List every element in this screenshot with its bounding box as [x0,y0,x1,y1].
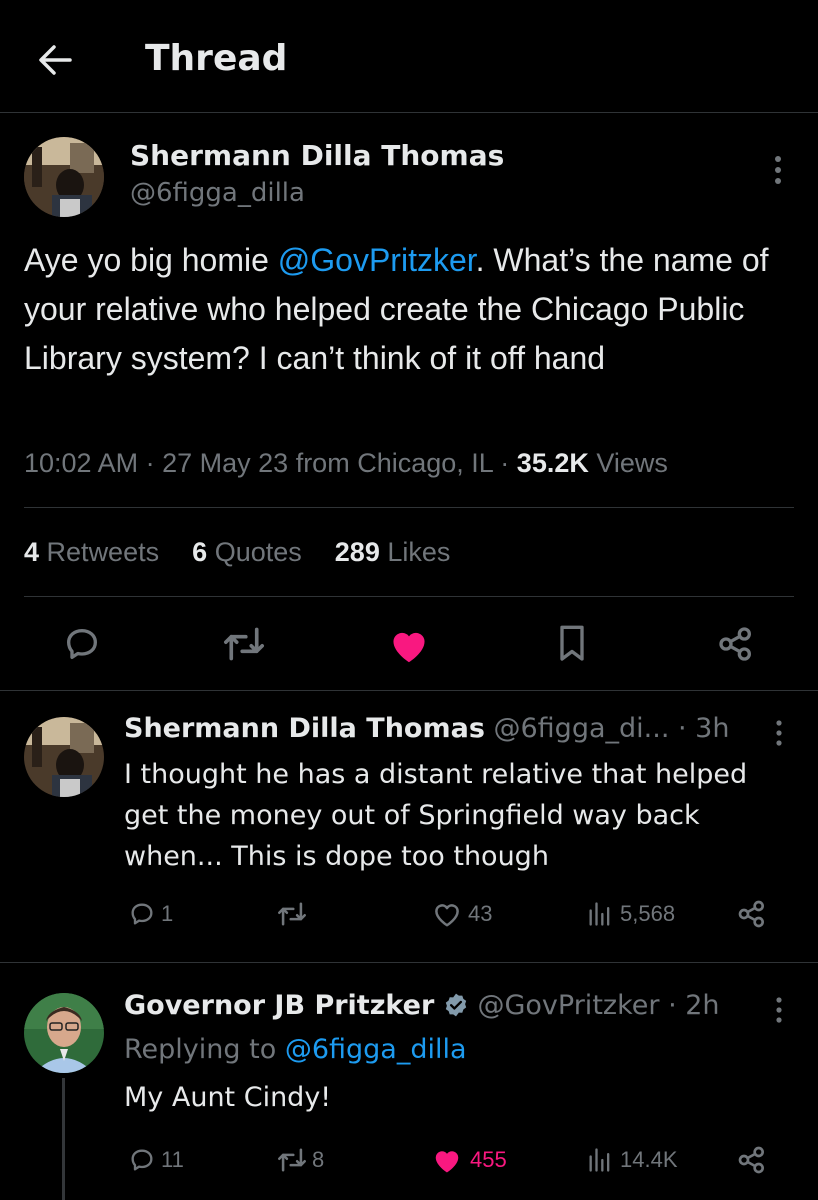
reply-icon [131,903,153,925]
tweet-date[interactable]: 27 May 23 [162,448,288,478]
more-icon [776,720,782,746]
author-name[interactable]: Shermann Dilla Thomas [130,139,504,172]
tweet-text: Aye yo big homie @GovPritzker. What’s th… [24,236,799,383]
share-button[interactable] [716,624,756,664]
divider [0,962,818,963]
divider [0,112,818,113]
like-count: 43 [468,901,493,926]
reply-text: I thought he has a distant relative that… [124,759,748,872]
views-count: 5,568 [620,901,676,926]
share-button[interactable] [736,1144,768,1176]
bookmark-icon [560,625,584,661]
reply-author-handle[interactable]: @6figga_di... [494,713,670,744]
share-button[interactable] [736,898,768,930]
like-icon [435,904,459,927]
retweets-stat[interactable]: 4 Retweets [24,537,159,567]
reply-time[interactable]: · 2h [668,990,719,1021]
like-button[interactable] [388,626,430,664]
engagement-stats: 4 Retweets 6 Quotes 289 Likes [24,537,450,568]
likes-label: Likes [387,537,451,567]
like-count: 455 [470,1147,507,1172]
share-icon [738,1146,764,1174]
page-title: Thread [145,38,288,79]
reply-icon [131,1149,153,1171]
retweet-button[interactable] [222,624,266,664]
replying-label: Replying to [124,1034,277,1065]
reply-action-retweet[interactable]: 8 [276,1144,346,1176]
quotes-label: Quotes [214,537,302,567]
reply-action-views[interactable]: 5,568 [586,898,706,930]
tweet-time[interactable]: 10:02 AM [24,448,138,478]
views-label: Views [596,448,668,478]
avatar[interactable] [24,137,104,217]
reply-button[interactable] [62,624,102,664]
reply-action-retweet[interactable] [276,898,336,930]
views-count: 14.4K [620,1147,678,1172]
tweet-meta: 10:02 AM · 27 May 23 from Chicago, IL · … [24,448,668,478]
reply-count: 1 [161,901,174,926]
retweet-icon [278,1148,306,1172]
divider [0,690,818,691]
reply-author-name[interactable]: Shermann Dilla Thomas [124,713,485,744]
retweet-icon [224,627,264,661]
divider [24,507,794,508]
likes-stat[interactable]: 289 Likes [335,537,451,567]
reply-text: My Aunt Cindy! [124,1082,332,1113]
retweets-label: Retweets [46,537,160,567]
likes-count: 289 [334,537,380,567]
thread-line [62,1078,65,1200]
retweet-count: 8 [312,1147,325,1172]
like-icon [393,632,425,663]
reply-header: Governor JB Pritzker @GovPritzker · 2h [124,990,720,1021]
views-icon [589,902,610,926]
reply-header: Shermann Dilla Thomas @6figga_di... · 3h [124,713,729,744]
verified-icon [443,992,469,1018]
avatar[interactable] [24,993,104,1073]
more-icon [775,156,781,184]
replying-handle-link[interactable]: @6figga_dilla [285,1034,467,1065]
back-arrow-icon [39,45,72,75]
reply-action-reply[interactable]: 11 [128,1144,198,1176]
more-button[interactable] [770,993,788,1027]
reply-action-reply[interactable]: 1 [128,898,188,930]
reply-author-handle[interactable]: @GovPritzker [477,990,659,1021]
reply-action-like[interactable]: 43 [432,898,512,930]
divider [24,596,794,597]
header: Thread [0,0,818,112]
retweets-count: 4 [24,537,40,567]
share-icon [738,900,764,928]
retweet-icon [278,902,306,926]
reply-author-name[interactable]: Governor JB Pritzker [124,990,434,1021]
reply-time[interactable]: · 3h [678,713,729,744]
like-icon [435,1151,459,1173]
back-button[interactable] [34,40,78,80]
mention-link[interactable]: @GovPritzker [278,242,476,278]
quotes-count: 6 [192,537,208,567]
quotes-stat[interactable]: 6 Quotes [192,537,302,567]
reply-action-like[interactable]: 455 [432,1144,532,1176]
views-count: 35.2K [516,448,589,478]
more-icon [776,997,782,1023]
share-icon [719,627,751,661]
tweet-text-start: Aye yo big homie [24,242,278,278]
bookmark-button[interactable] [554,624,590,664]
reply-count: 11 [161,1147,184,1172]
views-icon [589,1148,610,1172]
reply-icon [67,629,98,659]
more-button[interactable] [768,150,788,190]
avatar[interactable] [24,717,104,797]
more-button[interactable] [770,716,788,750]
tweet-location[interactable]: from Chicago, IL [296,448,493,478]
author-handle[interactable]: @6figga_dilla [130,178,305,208]
reply-action-views[interactable]: 14.4K [586,1144,706,1176]
replying-to: Replying to @6figga_dilla [124,1034,467,1065]
